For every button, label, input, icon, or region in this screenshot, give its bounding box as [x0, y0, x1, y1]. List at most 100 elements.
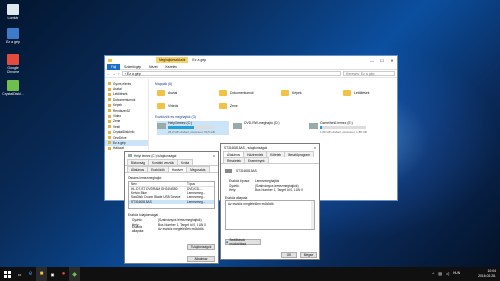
folder-icon	[108, 125, 111, 129]
folder-icon	[157, 89, 165, 96]
folder-item[interactable]: Letöltések	[343, 88, 405, 97]
folder-item[interactable]: Videók	[157, 101, 219, 110]
clock[interactable]: 10:04 2016.02.28.	[478, 269, 496, 278]
nav-item-label: Video	[113, 114, 122, 119]
close-button[interactable]: ✕	[387, 58, 397, 63]
network-icon[interactable]: ▤	[438, 271, 442, 276]
volume-icon[interactable]: ◁	[446, 271, 449, 276]
minimize-button[interactable]: —	[367, 58, 377, 63]
close-button[interactable]: ✕	[311, 146, 319, 150]
drive-icon	[233, 123, 242, 129]
dialog-tab[interactable]: Kötetek	[266, 151, 286, 157]
properties-button[interactable]: Tulajdonságok	[187, 244, 215, 250]
col-name[interactable]: Név	[129, 182, 187, 186]
dialog-titlebar[interactable]: ST3160815AS - tulajdonságok ✕	[221, 144, 319, 151]
folder-icon	[108, 130, 111, 134]
folder-icon	[108, 136, 111, 140]
desktop-icon[interactable]: Lomtár	[2, 4, 24, 20]
maximize-button[interactable]: ☐	[377, 58, 387, 63]
folder-icon	[108, 92, 111, 96]
nav-item-label: Gyors elérés	[113, 81, 132, 86]
taskbar: ▭ e ■ ▣ ● ◆ ^ ▤ ◁ HUN 10:04 2016.02.28.	[0, 267, 500, 281]
drive-info: Helyi lemez (C:) 25,9 GB szabad, összesen…	[168, 121, 215, 134]
row-type: DVD/CD-...	[187, 186, 203, 191]
explorer-titlebar[interactable]: Meghajtóeszközök Ez a gép — ☐ ✕	[105, 56, 397, 64]
dialog-title: Helyi lemez (C:) tulajdonságai	[134, 153, 177, 158]
folder-item[interactable]: Asztal	[157, 88, 219, 97]
drive-info: DVD-RW-meghajtó (D:)	[244, 121, 279, 125]
desktop-icon-graphic	[7, 54, 19, 65]
forward-icon[interactable]: →	[113, 72, 117, 76]
up-icon[interactable]: ↑	[118, 72, 120, 76]
tab-computer[interactable]: Számítógép	[120, 65, 145, 69]
desktop-icon[interactable]: CrystalDiskI...	[2, 80, 24, 96]
tab-row-2: Általános Eszközök Hardver Megosztás	[125, 166, 218, 173]
back-icon[interactable]: ←	[107, 72, 111, 76]
folder-item[interactable]: Dokumentumok	[219, 88, 281, 97]
ok-button[interactable]: OK	[281, 252, 297, 258]
folder-label: Képek	[292, 90, 302, 95]
search-placeholder: Keresés: Ez a gép	[346, 71, 375, 76]
scrollbar[interactable]	[311, 200, 314, 229]
tab-view[interactable]: Nézet	[145, 65, 161, 69]
apply-button[interactable]: Alkalmaz	[187, 256, 215, 262]
desktop-icon[interactable]: Ez a gép	[2, 28, 24, 44]
dialog-tab[interactable]: Általános	[127, 166, 149, 172]
folder-label: Dokumentumok	[230, 90, 254, 95]
close-button[interactable]: ✕	[210, 154, 218, 158]
folder-label: Zene	[230, 103, 238, 108]
drive-properties-dialog[interactable]: Helyi lemez (C:) tulajdonságai ✕ Biztons…	[124, 151, 219, 264]
dialog-tab[interactable]: Megosztás	[186, 166, 210, 172]
dialog-tab[interactable]: Illesztőprogram	[284, 151, 314, 157]
drive-usage-fill	[320, 126, 323, 129]
store-icon[interactable]: ▣	[47, 267, 58, 281]
list-row[interactable]: ST3160815AS Lemezmeg...	[129, 199, 214, 205]
nav-item-label: Képek	[113, 103, 123, 108]
drives-header[interactable]: Eszközök és meghajtók (3)	[151, 114, 397, 119]
folder-item[interactable]: Zene	[219, 101, 281, 110]
tab-file[interactable]: Fájl	[107, 63, 121, 70]
address-row: ← → ↑ › Ez a gép Keresés: Ez a gép	[105, 70, 397, 78]
dialog-tab[interactable]: Részletek	[223, 157, 245, 163]
folders-header[interactable]: Mappák (6)	[151, 81, 397, 86]
hardware-panel: Összes lemezmeghajtó: Név Típus HL-DT-ST…	[125, 173, 218, 234]
dialog-tab[interactable]: Kvóta	[176, 159, 194, 165]
folder-icon	[108, 58, 112, 62]
task-view-icon[interactable]: ▭	[14, 267, 25, 281]
language-indicator[interactable]: HUN	[453, 271, 460, 276]
dialog-tab[interactable]: Eszközök	[147, 166, 169, 172]
dialog-tab[interactable]: Hardver	[167, 166, 188, 172]
dialog-tab[interactable]: Korábbi verziók	[148, 159, 178, 165]
chevron-up-icon[interactable]: ^	[432, 271, 434, 276]
file-explorer-taskbar-icon[interactable]: ■	[36, 267, 47, 281]
tab-manage[interactable]: Kezelés	[161, 65, 180, 69]
drive-item[interactable]: Cserélhető lemez (E:) 1,89 GB szabad, öss…	[309, 121, 381, 135]
folder-icon	[157, 102, 165, 109]
change-settings-label: Beállítások módosítása	[229, 238, 246, 246]
nav-item-label: Ez a gép	[113, 140, 126, 145]
desktop-icon[interactable]: Google Chrome	[2, 54, 24, 74]
search-input[interactable]: Keresés: Ez a gép	[343, 71, 395, 76]
dialog-titlebar[interactable]: Helyi lemez (C:) tulajdonságai ✕	[125, 152, 218, 159]
device-properties-dialog[interactable]: ST3160815AS - tulajdonságok ✕ Általános H…	[220, 143, 320, 260]
status-box[interactable]: Az eszköz megfelelően működik.	[225, 199, 315, 230]
start-button[interactable]	[0, 267, 14, 281]
row-type: Lemezmeg...	[187, 199, 206, 204]
crystaldiskinfo-taskbar-icon[interactable]: ◆	[69, 267, 80, 281]
cancel-button[interactable]: Mégse	[300, 252, 317, 258]
address-bar[interactable]: › Ez a gép	[121, 71, 341, 76]
prop-value: Bus Number 1, Target Id 0, LUN 0	[255, 188, 303, 193]
ribbon-context-tab[interactable]: Meghajtóeszközök	[156, 57, 189, 63]
drive-item[interactable]: DVD-RW-meghajtó (D:)	[233, 121, 305, 135]
drives-list[interactable]: Név Típus HL-DT-ST DVDRAM GH24NSB0 DVD/CD…	[128, 181, 215, 209]
edge-icon[interactable]: e	[25, 267, 36, 281]
drive-item[interactable]: Helyi lemez (C:) 25,9 GB szabad, összesen…	[157, 121, 229, 135]
col-type[interactable]: Típus	[187, 182, 195, 186]
drive-icon	[309, 123, 318, 129]
dialog-tab[interactable]: Biztonság	[127, 159, 149, 165]
prop-row: Eszköz állapota: Az eszköz megfelelően mű…	[128, 225, 215, 233]
folder-item[interactable]: Képek	[281, 88, 343, 97]
chrome-taskbar-icon[interactable]: ●	[58, 267, 69, 281]
change-settings-button[interactable]: ◆ Beállítások módosítása	[225, 238, 261, 246]
dialog-tab[interactable]: Események	[244, 157, 269, 163]
